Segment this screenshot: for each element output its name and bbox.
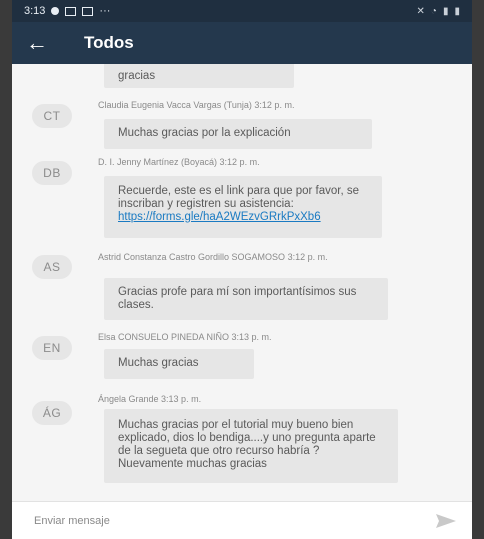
message-composer [12,501,472,539]
sender-name: Claudia Eugenia Vacca Vargas (Tunja) 3:1… [98,100,295,110]
message-text: gracias [118,70,156,82]
message-input[interactable] [32,513,434,528]
status-time: 3:13 [24,5,46,17]
sender-name: Ángela Grande 3:13 p. m. [98,394,202,404]
message-bubble: Gracias profe para mí son importantísimo… [104,278,388,320]
sender-name: Elsa CONSUELO PINEDA NIÑO 3:13 p. m. [98,332,272,342]
message-text: Recuerde, este es el link para que por f… [118,185,360,210]
status-bar: 3:13 ··· ✕ ◔ ▮ ▮ [12,0,472,22]
form-link[interactable]: https://forms.gle/haA2WEzvGRrkPxXb6 [118,211,321,223]
page-title: Todos [84,33,134,52]
message-text: Muchas gracias por el tutorial muy bueno… [118,419,376,470]
send-icon[interactable] [434,512,458,530]
avatar[interactable]: AS [32,255,72,279]
avatar[interactable]: DB [32,161,72,185]
image-icon [82,6,94,16]
notification-icon [51,7,60,15]
arrow-left-icon[interactable]: ← [26,30,66,56]
sender-name: D. I. Jenny Martínez (Boyacá) 3:12 p. m. [98,157,260,167]
phone-screen: 3:13 ··· ✕ ◔ ▮ ▮ ← Todos gracias CT Clau… [12,0,472,539]
sender-name: Astrid Constanza Castro Gordillo SOGAMOS… [98,252,328,262]
message-text: Muchas gracias [118,357,199,369]
battery-icon: ▮ [454,5,460,17]
wifi-icon: ◔ [430,5,437,17]
mute-icon: ✕ [416,5,425,17]
avatar[interactable]: CT [32,104,72,128]
message-bubble: Muchas gracias por el tutorial muy bueno… [104,409,398,483]
message-bubble: Muchas gracias por la explicación [104,119,372,149]
message-text: Muchas gracias por la explicación [118,127,291,139]
message-bubble: Recuerde, este es el link para que por f… [104,176,382,238]
message-icon [65,6,77,16]
message-list[interactable]: gracias CT Claudia Eugenia Vacca Vargas … [12,64,472,501]
message-bubble: Muchas gracias [104,349,254,379]
more-notifications: ··· [99,5,111,17]
app-bar: ← Todos [12,22,472,64]
avatar[interactable]: EN [32,336,72,360]
message-text: Gracias profe para mí son importantísimo… [118,286,357,311]
avatar[interactable]: ÁG [32,401,72,425]
signal-icon: ▮ [442,5,449,17]
message-bubble: gracias [104,64,294,88]
